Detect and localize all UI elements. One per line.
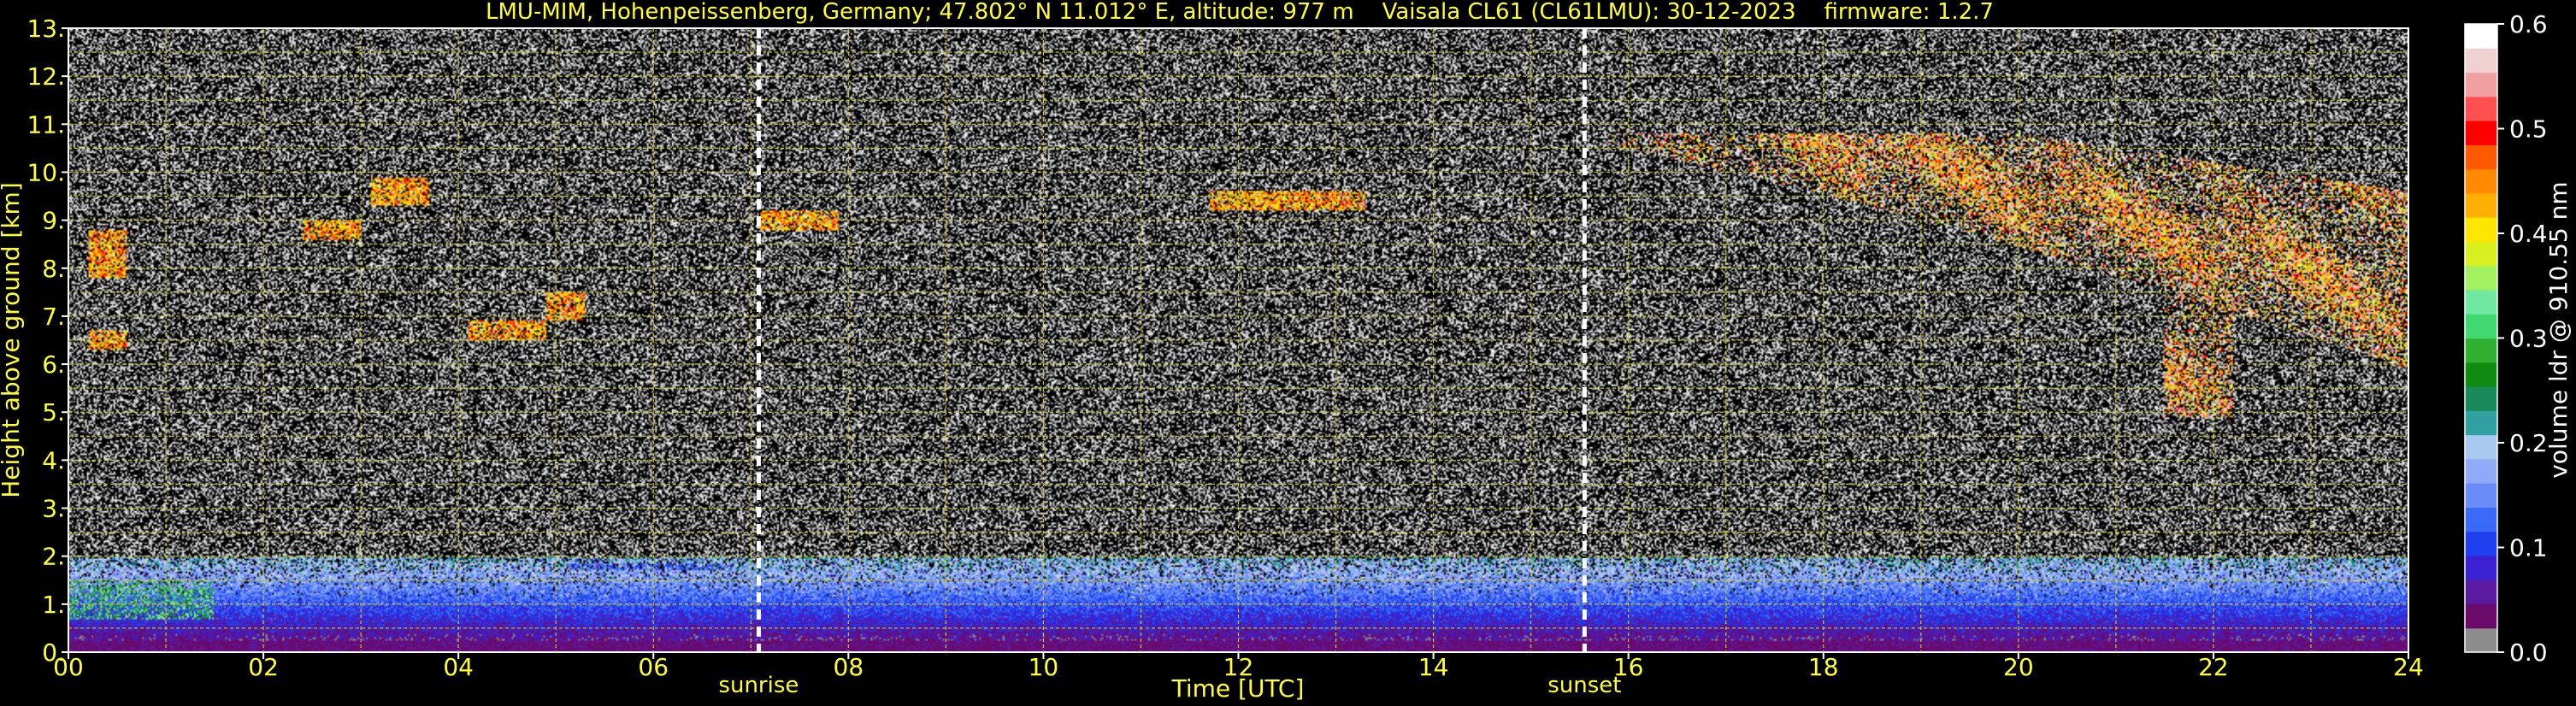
colorbar-segment [2465,289,2497,315]
x-tick-label: 06 [638,653,669,681]
colorbar-segment [2465,168,2497,194]
x-tick-label: 08 [834,653,864,681]
colorbar-segment [2465,362,2497,387]
colorbar-segment [2465,96,2497,121]
colorbar-segment [2465,410,2497,436]
x-tick-label: 10 [1029,653,1059,681]
colorbar-segment [2465,192,2497,218]
colorbar-segment [2465,314,2497,339]
x-axis-label: Time [UTC] [1171,674,1305,703]
x-tick-label: 02 [248,653,279,681]
y-tick-label: 10. [27,158,65,186]
y-tick-label: 6. [42,350,65,379]
x-tick-label: 20 [2003,653,2034,681]
colorbar-segment [2465,144,2497,170]
colorbar-segment [2465,627,2497,653]
x-tick-label: 24 [2393,653,2424,681]
ceilometer-chart: LMU-MIM, Hohenpeissenberg, Germany; 47.8… [0,0,2573,703]
colorbar-segment [2465,531,2497,556]
colorbar-segment [2465,386,2497,411]
colorbar-segment [2465,555,2497,580]
colorbar-segment [2465,580,2497,605]
colorbar-segment [2465,48,2497,74]
y-axis-label: Height above ground [km] [0,182,25,498]
x-tick-label: 22 [2198,653,2229,681]
y-tick-label: 11. [27,110,65,138]
colorbar-segment [2465,434,2497,460]
colorbar: 0.0 0.1 0.2 0.3 0.4 0.5 0.6 [2464,10,2548,667]
y-tick-label: 13. [27,15,65,43]
y-tick-label: 7. [42,303,65,331]
colorbar-segment [2465,338,2497,363]
colorbar-label: volume ldr @ 910.55 nm [2544,181,2573,478]
y-tick-label: 1. [42,591,65,619]
colorbar-tick-label: 0.6 [2509,10,2548,38]
y-tick-label: 3. [42,495,65,523]
y-axis: 0. 1. 2. 3. 4. 5. 6. 7. 8. 9. 10. 11. 12. 13. [27,15,68,667]
colorbar-segment [2465,241,2497,267]
marker-label-sunset: sunset [1547,673,1621,698]
colorbar-tick-label: 0.5 [2509,115,2548,144]
colorbar-segment [2465,72,2497,97]
y-tick-label: 8. [42,255,65,283]
x-tick-label: 04 [443,653,474,681]
colorbar-tick-label: 0.4 [2509,220,2548,248]
x-tick-label: 16 [1613,653,1644,681]
colorbar-tick-label: 0.2 [2509,429,2548,457]
chart-title: LMU-MIM, Hohenpeissenberg, Germany; 47.8… [486,0,1994,25]
colorbar-segment [2465,265,2497,291]
colorbar-segment [2465,121,2497,145]
colorbar-tick-label: 0.3 [2509,325,2548,353]
marker-label-sunrise: sunrise [718,673,799,698]
y-tick-label: 4. [42,446,65,474]
colorbar-tick-label: 0.1 [2509,534,2548,562]
y-tick-label: 5. [42,398,65,427]
y-tick-label: 12. [27,62,65,91]
x-tick-label: 14 [1418,653,1449,681]
colorbar-segment [2465,24,2497,49]
y-tick-label: 2. [42,543,65,571]
x-tick-label: 18 [1808,653,1839,681]
y-tick-label: 0. [42,638,65,667]
colorbar-segment [2465,458,2497,484]
colorbar-segment [2465,217,2497,243]
colorbar-segment [2465,483,2497,508]
colorbar-segment [2465,507,2497,532]
colorbar-segment [2465,603,2497,629]
y-tick-label: 9. [42,207,65,235]
colorbar-tick-label: 0.0 [2509,638,2548,667]
